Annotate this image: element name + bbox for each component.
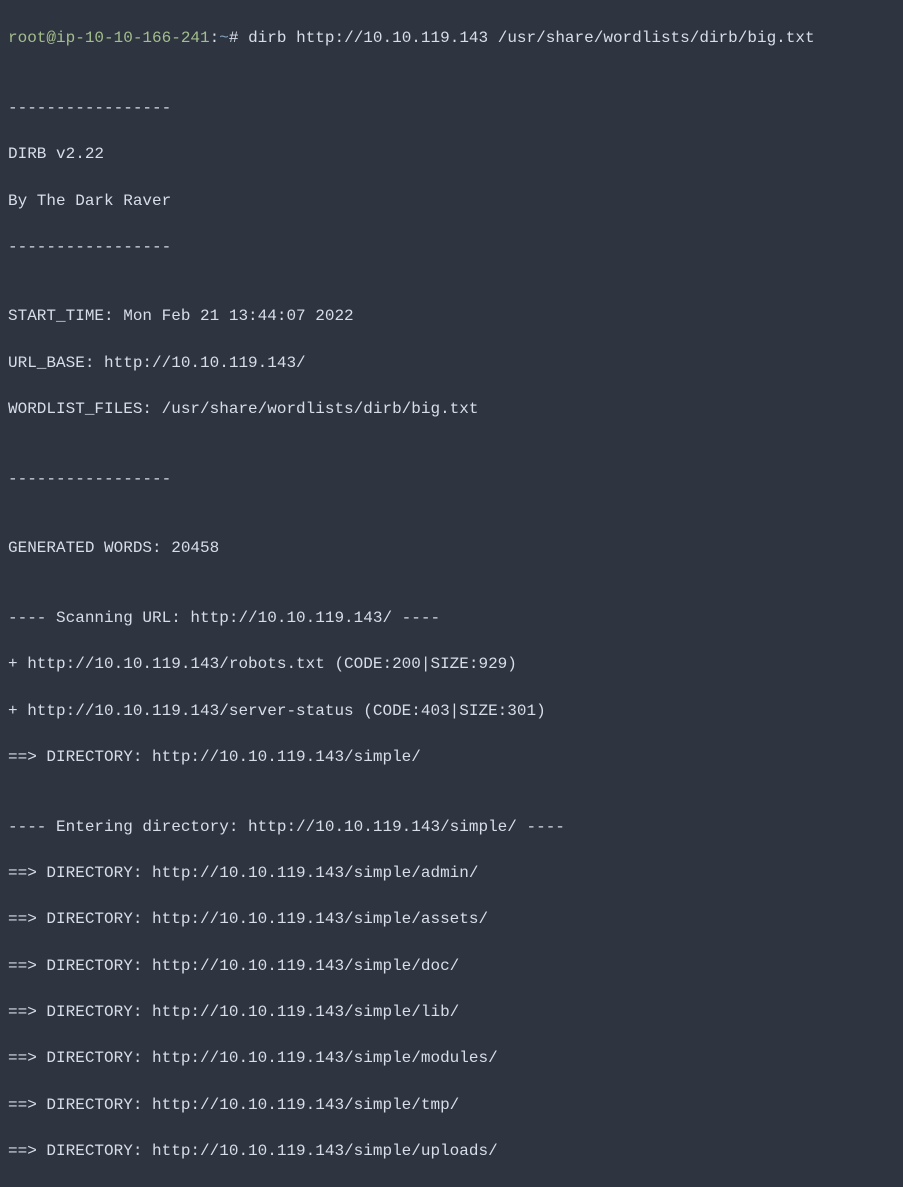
- separator-line: -----------------: [8, 97, 895, 120]
- directory-doc: ==> DIRECTORY: http://10.10.119.143/simp…: [8, 955, 895, 978]
- separator-line: -----------------: [8, 468, 895, 491]
- separator-line: -----------------: [8, 236, 895, 259]
- found-server-status: + http://10.10.119.143/server-status (CO…: [8, 700, 895, 723]
- prompt-line: root@ip-10-10-166-241:~# dirb http://10.…: [8, 27, 895, 50]
- url-base: URL_BASE: http://10.10.119.143/: [8, 352, 895, 375]
- prompt-user-host: root@ip-10-10-166-241: [8, 29, 210, 47]
- directory-tmp: ==> DIRECTORY: http://10.10.119.143/simp…: [8, 1094, 895, 1117]
- directory-assets: ==> DIRECTORY: http://10.10.119.143/simp…: [8, 908, 895, 931]
- directory-modules: ==> DIRECTORY: http://10.10.119.143/simp…: [8, 1047, 895, 1070]
- prompt-symbol: #: [229, 29, 239, 47]
- directory-uploads: ==> DIRECTORY: http://10.10.119.143/simp…: [8, 1140, 895, 1163]
- terminal-output[interactable]: root@ip-10-10-166-241:~# dirb http://10.…: [8, 4, 895, 1187]
- prompt-path: ~: [219, 29, 229, 47]
- prompt-separator: :: [210, 29, 220, 47]
- start-time: START_TIME: Mon Feb 21 13:44:07 2022: [8, 305, 895, 328]
- command-text: dirb http://10.10.119.143 /usr/share/wor…: [248, 29, 815, 47]
- generated-words: GENERATED WORDS: 20458: [8, 537, 895, 560]
- directory-lib: ==> DIRECTORY: http://10.10.119.143/simp…: [8, 1001, 895, 1024]
- scanning-url: ---- Scanning URL: http://10.10.119.143/…: [8, 607, 895, 630]
- dirb-title: DIRB v2.22: [8, 143, 895, 166]
- directory-admin: ==> DIRECTORY: http://10.10.119.143/simp…: [8, 862, 895, 885]
- dirb-author: By The Dark Raver: [8, 190, 895, 213]
- found-robots: + http://10.10.119.143/robots.txt (CODE:…: [8, 653, 895, 676]
- wordlist-files: WORDLIST_FILES: /usr/share/wordlists/dir…: [8, 398, 895, 421]
- entering-directory: ---- Entering directory: http://10.10.11…: [8, 816, 895, 839]
- directory-simple: ==> DIRECTORY: http://10.10.119.143/simp…: [8, 746, 895, 769]
